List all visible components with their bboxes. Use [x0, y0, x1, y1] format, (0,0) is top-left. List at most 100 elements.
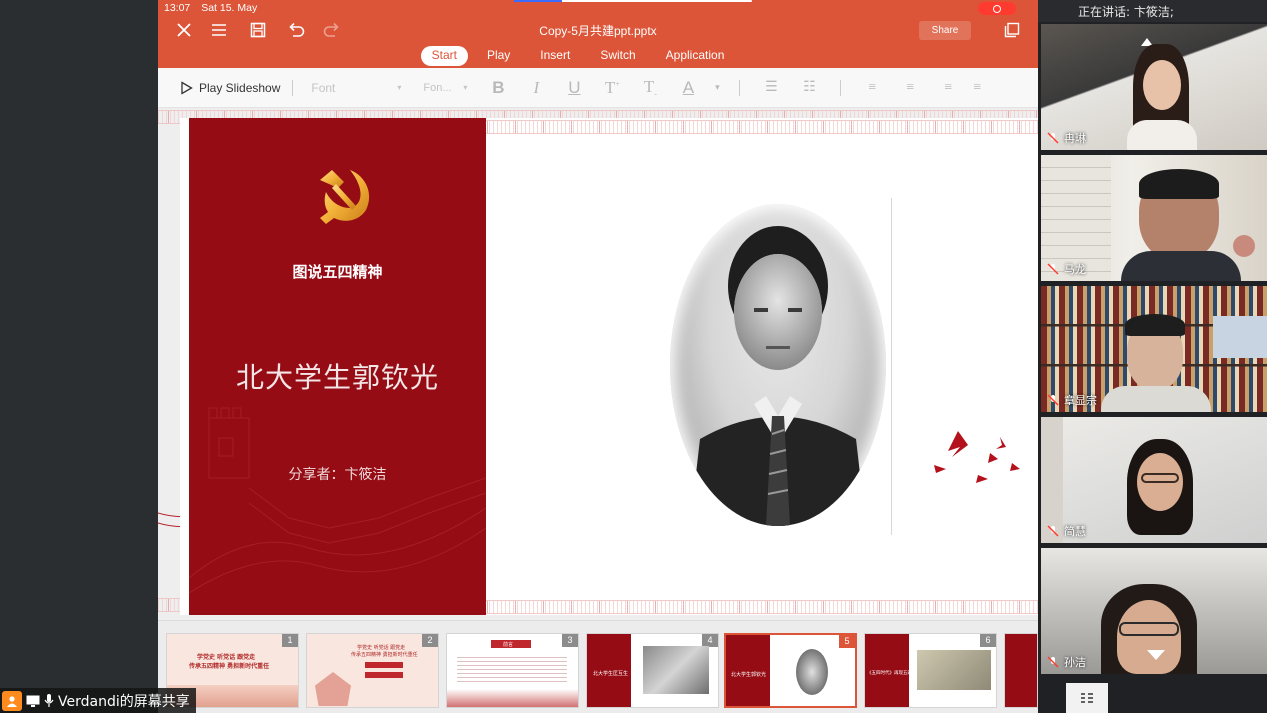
italic-icon[interactable]: I — [517, 78, 555, 98]
thumbnail-number: 1 — [282, 634, 298, 647]
toolbar-divider — [840, 79, 842, 96]
participant-name: 冉琳 — [1064, 132, 1086, 145]
participant-name: 马龙 — [1064, 263, 1086, 276]
thumbnail-slide-4[interactable]: 4 北大学生匡互生 — [586, 633, 719, 708]
thumbnail-text: 北大学生匡互生 — [593, 671, 629, 677]
screen-share-banner: Verdandi的屏幕共享 — [0, 688, 196, 713]
mic-muted-icon — [1047, 525, 1059, 537]
thumbnail-number: 3 — [562, 634, 578, 647]
multiwindow-icon[interactable] — [1000, 18, 1024, 42]
left-gutter — [0, 0, 158, 713]
portrait-photo — [670, 204, 886, 526]
font-size-select[interactable]: Fon... ▾ — [417, 77, 473, 99]
current-speaker-banner: 正在讲话: 卞筱洁; — [1038, 0, 1267, 22]
play-slideshow-button[interactable]: Play Slideshow — [180, 81, 280, 95]
slide-canvas: 图说五四精神 北大学生郭钦光 分享者：卞筱洁 — [158, 108, 1038, 620]
mic-muted-icon — [1047, 263, 1059, 275]
superscript-icon[interactable]: T+ — [593, 78, 631, 98]
participant-label: 冉琳 — [1047, 130, 1086, 146]
share-button[interactable]: Share — [919, 21, 971, 40]
participant-label: 孙洁 — [1047, 654, 1086, 670]
mic-muted-icon — [1047, 132, 1059, 144]
grid-view-icon[interactable] — [1066, 683, 1108, 713]
chevron-down-icon: ▾ — [397, 83, 402, 92]
title-bar: 13:07 Sat 15. May Copy-5月共建ppt.pptx Shar… — [158, 0, 1038, 68]
participant-label: 马龙 — [1047, 261, 1086, 277]
toolbar-divider — [292, 79, 294, 96]
participant-tile[interactable]: 冉琳 — [1041, 24, 1267, 150]
thumbnail-slide-2[interactable]: 2 学党史 听党话 跟党走 传承五四精神 勇担新时代重任 — [306, 633, 439, 708]
tab-switch[interactable]: Switch — [589, 46, 646, 66]
thumbnail-text: 北大学生郭钦光 — [731, 672, 767, 678]
underline-icon[interactable]: U — [555, 78, 593, 98]
thumbnail-slide-7[interactable] — [1004, 633, 1038, 708]
thumbnail-text: 学党史 听党话 跟党走 — [357, 645, 406, 651]
font-color-icon[interactable]: A — [669, 78, 707, 98]
title-panel: 图说五四精神 北大学生郭钦光 分享者：卞筱洁 — [189, 118, 486, 615]
font-size-placeholder: Fon... — [423, 81, 452, 94]
document-title: Copy-5月共建ppt.pptx — [539, 24, 657, 38]
record-icon[interactable] — [978, 2, 1016, 15]
align-right-icon[interactable]: ≡ — [929, 80, 967, 96]
birds-decoration — [934, 431, 1020, 483]
participant-tile[interactable]: 简慧 — [1041, 417, 1267, 543]
numbered-list-icon[interactable]: ☷ — [790, 79, 828, 96]
presentation-app: 13:07 Sat 15. May Copy-5月共建ppt.pptx Shar… — [158, 0, 1038, 713]
status-time: 13:07 — [164, 2, 191, 14]
tab-start[interactable]: Start — [420, 46, 468, 66]
screen-icon — [26, 695, 40, 707]
participant-tile[interactable]: 孙洁 — [1041, 548, 1267, 674]
thumbnail-slide-5[interactable]: 5 北大学生郭钦光 — [724, 633, 857, 708]
bold-icon[interactable]: B — [479, 78, 517, 98]
toolbar-divider — [739, 79, 741, 96]
font-family-select[interactable]: Font ▾ — [305, 77, 407, 99]
status-bar: 13:07 Sat 15. May — [164, 2, 265, 14]
participant-label: 章显宗 — [1047, 392, 1097, 408]
thumbnail-slide-3[interactable]: 3 前言 — [446, 633, 579, 708]
participant-name: 孙洁 — [1064, 656, 1086, 669]
person-icon — [2, 690, 22, 711]
participant-name: 简慧 — [1064, 525, 1086, 538]
align-center-icon[interactable]: ≡ — [891, 80, 929, 96]
participant-label: 简慧 — [1047, 523, 1086, 539]
slide-pattern-bottom — [477, 600, 1038, 614]
play-slideshow-label: Play Slideshow — [199, 80, 281, 95]
current-speaker-text: 正在讲话: 卞筱洁; — [1078, 4, 1174, 19]
thumbnail-text: 传承五四精神 勇担新时代重任 — [189, 663, 270, 670]
bullet-list-icon[interactable]: ☰ — [752, 79, 790, 96]
thumbnail-text: 学党史 听党话 跟党走 — [197, 654, 256, 661]
thumbnail-text: 传承五四精神 勇担新时代重任 — [351, 652, 418, 658]
video-panel: 正在讲话: 卞筱洁; 冉琳 马龙 章显宗 简慧 孙洁 — [1038, 0, 1267, 713]
participant-tile[interactable]: 马龙 — [1041, 155, 1267, 281]
participant-name: 章显宗 — [1064, 394, 1097, 407]
thumbnail-slide-6[interactable]: 6 《五四时代》再现五四运动 — [864, 633, 997, 708]
mic-muted-icon — [1047, 394, 1059, 406]
great-wall-watermark — [189, 407, 486, 594]
status-date: Sat 15. May — [201, 2, 258, 14]
subscript-icon[interactable]: T- — [631, 77, 669, 98]
slide-subtitle: 图说五四精神 — [292, 263, 383, 281]
chevron-down-icon[interactable] — [1147, 650, 1165, 660]
chevron-down-icon[interactable]: ▾ — [707, 82, 727, 93]
align-left-icon[interactable]: ≡ — [853, 80, 891, 96]
justify-icon[interactable]: ≡ — [967, 80, 987, 96]
tab-application[interactable]: Application — [655, 46, 736, 66]
participant-tile[interactable]: 章显宗 — [1041, 286, 1267, 412]
screen-share-label: Verdandi的屏幕共享 — [58, 693, 190, 710]
slide-thumbnail-strip: 1 学党史 听党话 跟党走 传承五四精神 勇担新时代重任 2 学党史 听党话 跟… — [158, 620, 1038, 713]
tab-play[interactable]: Play — [476, 46, 521, 66]
thumbnail-number: 6 — [980, 634, 996, 647]
font-family-placeholder: Font — [311, 80, 336, 95]
multitask-indicator — [514, 0, 752, 2]
tab-insert[interactable]: Insert — [529, 46, 581, 66]
play-icon — [181, 80, 193, 95]
current-slide[interactable]: 图说五四精神 北大学生郭钦光 分享者：卞筱洁 — [180, 118, 1038, 615]
party-emblem-icon — [320, 170, 370, 224]
slide-pattern-top — [477, 120, 1038, 134]
chevron-down-icon: ▾ — [463, 83, 468, 92]
microphone-icon — [44, 694, 54, 707]
slide-divider-line — [891, 198, 892, 535]
thumbnail-number: 2 — [422, 634, 438, 647]
thumbnail-text: 前言 — [503, 642, 514, 648]
thumbnail-number: 5 — [839, 635, 855, 648]
